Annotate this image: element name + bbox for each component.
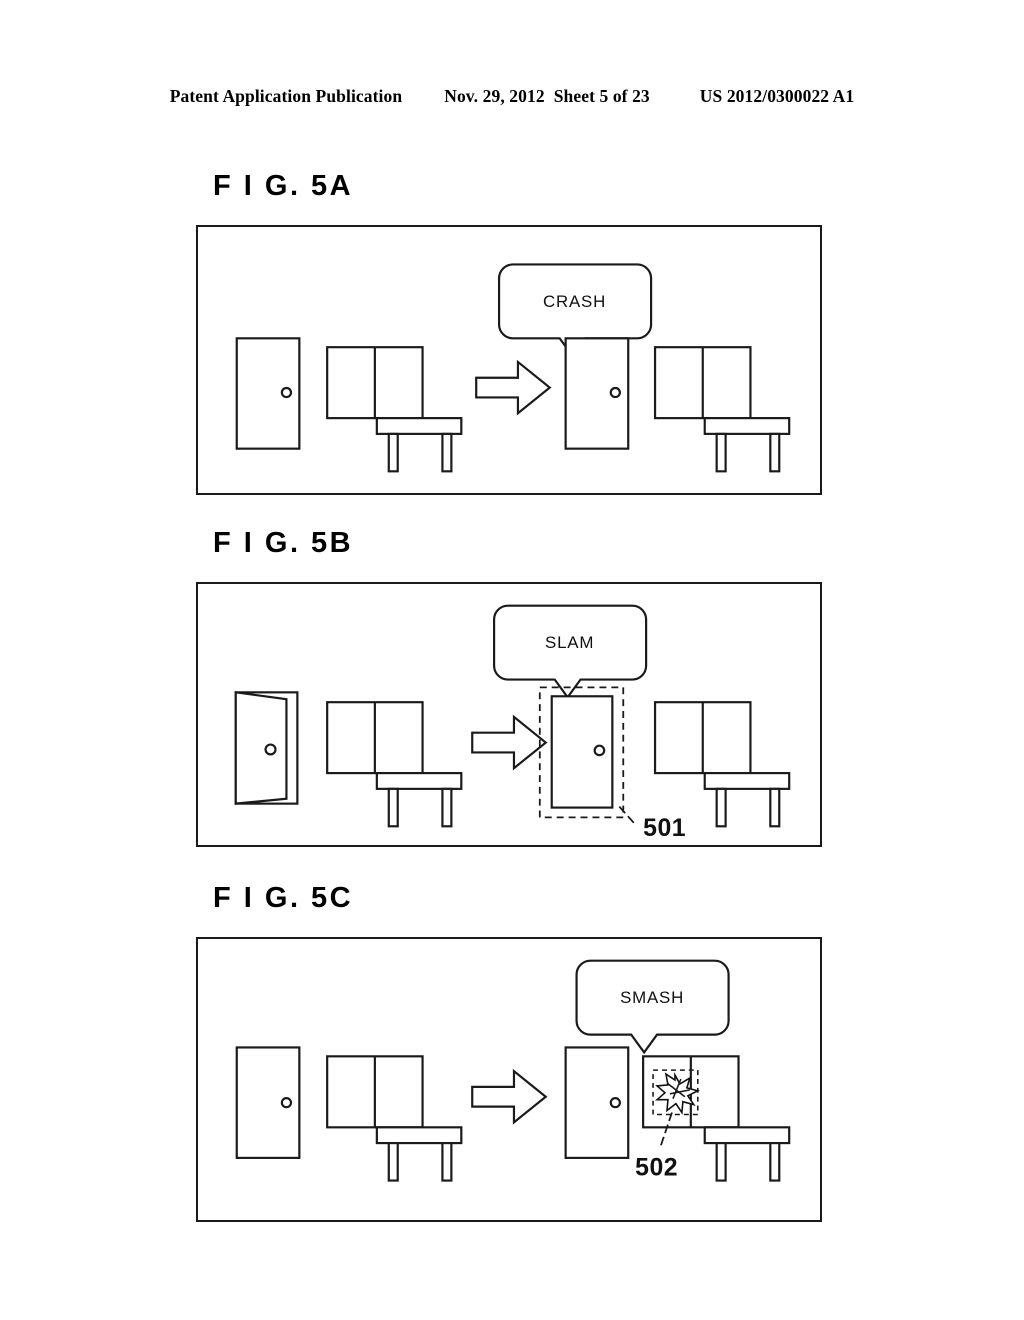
left-window [326,346,424,420]
left-window [326,701,424,775]
speech-bubble-smash: SMASH [575,959,730,1055]
right-closed-door [564,337,630,450]
right-window [653,701,752,775]
right-window-shattered [642,1055,740,1129]
sheet-header: Patent Application Publication Nov. 29, … [0,86,1024,107]
figure-5b-scene: SLAM 501 [198,584,820,845]
figure-5b-label: F I G. 5B [213,527,354,559]
left-table [375,417,463,473]
left-closed-door [235,337,301,450]
reference-501: 501 [618,805,686,842]
left-window [326,1055,424,1129]
transition-arrow [471,714,548,771]
left-table [375,772,463,828]
figure-5a-label: F I G. 5A [213,170,354,202]
right-table [703,772,791,828]
left-table [375,1126,463,1182]
figure-5c-scene: SMASH 502 [198,939,820,1220]
header-date: Nov. 29, 2012 [444,86,545,106]
right-closed-door [564,1046,630,1159]
figure-5b-panel: SLAM 501 [196,582,822,847]
transition-arrow [475,359,552,416]
speech-bubble-slam: SLAM [493,604,648,700]
right-window [653,346,752,420]
speech-bubble-slam-text: SLAM [545,633,594,652]
reference-502-text: 502 [635,1155,678,1182]
figure-5c-panel: SMASH 502 [196,937,822,1222]
transition-arrow [471,1068,548,1125]
reference-501-text: 501 [643,815,686,842]
speech-bubble-crash-text: CRASH [543,292,606,311]
figure-5a-scene: CRASH [198,227,820,493]
right-table [703,417,791,473]
right-table [703,1126,791,1182]
header-patent-number: US 2012/0300022 A1 [699,86,855,106]
header-publication: Patent Application Publication [169,86,403,106]
figure-5c-label: F I G. 5C [213,882,354,914]
header-sheet-number: Sheet 5 of 23 [553,86,650,106]
speech-bubble-smash-text: SMASH [620,988,684,1007]
left-closed-door [235,1046,301,1159]
figure-5a-panel: CRASH [196,225,822,495]
left-open-door [234,691,299,805]
right-closed-door-highlighted [538,686,625,819]
